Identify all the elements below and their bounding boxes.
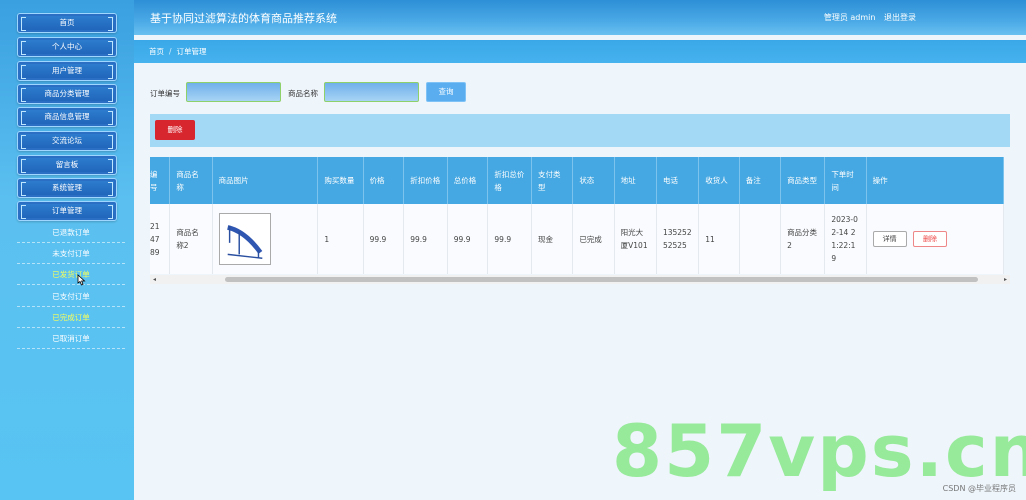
col-header: 商品名称 xyxy=(169,157,213,204)
col-header: 状态 xyxy=(572,157,615,204)
detail-button[interactable]: 详情 xyxy=(872,231,907,247)
cell-pay-type: 现金 xyxy=(531,204,574,274)
cell-phone: 13525252525 xyxy=(656,204,700,274)
app-title: 基于协同过滤算法的体育商品推荐系统 xyxy=(150,12,337,25)
col-header: 价格 xyxy=(363,157,405,204)
submenu-cancelled-orders[interactable]: 已取消订单 xyxy=(17,329,125,349)
logout-link[interactable]: 退出登录 xyxy=(884,13,916,22)
menu-forum[interactable]: 交流论坛 xyxy=(17,131,117,151)
menu-system-management[interactable]: 系统管理 xyxy=(17,178,117,198)
cell-receiver: 11 xyxy=(698,204,740,274)
col-header: 购买数量 xyxy=(317,157,364,204)
header-user-area: 管理员 admin 退出登录 xyxy=(818,12,916,23)
col-header: 下单时间 xyxy=(824,157,867,204)
cell-category: 商品分类2 xyxy=(780,204,826,274)
cell-product-name: 商品名称2 xyxy=(169,204,213,274)
menu-product-management[interactable]: 商品信息管理 xyxy=(17,107,117,127)
submenu-paid-orders[interactable]: 已支付订单 xyxy=(17,287,125,307)
product-name-label: 商品名称 xyxy=(288,89,318,98)
cell-status: 已完成 xyxy=(572,204,615,274)
menu-home[interactable]: 首页 xyxy=(17,13,117,33)
col-header: 备注 xyxy=(739,157,782,204)
horizontal-scrollbar[interactable]: ◂ ▸ xyxy=(150,275,1010,284)
col-header: 收货人 xyxy=(698,157,740,204)
menu-category-management[interactable]: 商品分类管理 xyxy=(17,84,117,104)
query-button[interactable]: 查询 xyxy=(426,82,466,102)
col-header: 操作 xyxy=(866,157,1005,204)
order-no-input[interactable] xyxy=(186,82,281,102)
cell-remark xyxy=(739,204,782,274)
cell-order-time: 2023-02-14 21:22:19 xyxy=(824,204,867,274)
submenu-completed-orders[interactable]: 已完成订单 xyxy=(17,308,125,328)
cell-price: 99.9 xyxy=(363,204,405,274)
submenu-refunded-orders[interactable]: 已退款订单 xyxy=(17,223,125,243)
sidebar: 首页 个人中心 用户管理 商品分类管理 商品信息管理 交流论坛 留言板 系统管理… xyxy=(0,0,134,500)
breadcrumb-current: 订单管理 xyxy=(176,47,207,56)
header: 基于协同过滤算法的体育商品推荐系统 管理员 admin 退出登录 xyxy=(134,0,1026,35)
menu-order-management[interactable]: 订单管理 xyxy=(17,201,117,221)
menu-message-board[interactable]: 留言板 xyxy=(17,155,117,175)
submenu-shipped-orders[interactable]: 已发货订单 xyxy=(17,265,125,285)
csdn-watermark: CSDN @毕业程序员 xyxy=(942,484,1016,493)
product-image[interactable] xyxy=(218,213,271,265)
col-header: 地址 xyxy=(614,157,657,204)
table-row[interactable]: 214789 商品名称2 1 99.9 99.9 99.9 99.9 现金 已完… xyxy=(150,204,1005,274)
cell-order-no: 214789 xyxy=(150,204,171,274)
scrollbar-thumb[interactable] xyxy=(225,277,978,282)
col-header: 折扣总价格 xyxy=(487,157,532,204)
table-header-row: 编号 商品名称 商品图片 购买数量 价格 折扣价格 总价格 折扣总价格 支付类型… xyxy=(150,157,1005,204)
order-table: 编号 商品名称 商品图片 购买数量 价格 折扣价格 总价格 折扣总价格 支付类型… xyxy=(150,157,1005,274)
scroll-left-icon[interactable]: ◂ xyxy=(150,275,159,284)
mouse-cursor-icon xyxy=(77,274,86,286)
col-header: 编号 xyxy=(150,157,171,204)
cell-product-image xyxy=(212,204,319,274)
cell-total: 99.9 xyxy=(447,204,489,274)
breadcrumb: 首页 / 订单管理 xyxy=(134,40,1026,63)
row-delete-button[interactable]: 删除 xyxy=(913,231,948,247)
scroll-right-icon[interactable]: ▸ xyxy=(1001,275,1010,284)
order-no-label: 订单编号 xyxy=(150,89,180,98)
site-watermark: 857vps.cn xyxy=(612,409,1026,493)
cell-discount-total: 99.9 xyxy=(487,204,532,274)
current-user: 管理员 admin xyxy=(823,13,876,22)
cell-address: 阳光大厦V101 xyxy=(614,204,657,274)
col-header: 商品图片 xyxy=(212,157,319,204)
col-header: 支付类型 xyxy=(531,157,574,204)
col-header: 商品类型 xyxy=(780,157,826,204)
menu-user-management[interactable]: 用户管理 xyxy=(17,61,117,81)
menu-personal-center[interactable]: 个人中心 xyxy=(17,37,117,57)
col-header: 总价格 xyxy=(447,157,489,204)
product-name-input[interactable] xyxy=(324,82,419,102)
breadcrumb-home[interactable]: 首页 xyxy=(149,47,164,56)
cell-quantity: 1 xyxy=(317,204,364,274)
breadcrumb-separator: / xyxy=(169,47,172,56)
action-bar: 删除 xyxy=(150,114,1010,147)
submenu-unpaid-orders[interactable]: 未支付订单 xyxy=(17,244,125,264)
cell-discount-price: 99.9 xyxy=(403,204,448,274)
col-header: 折扣价格 xyxy=(403,157,448,204)
batch-delete-button[interactable]: 删除 xyxy=(155,120,195,140)
cell-operations: 详情 删除 xyxy=(866,204,1005,274)
order-table-container: 编号 商品名称 商品图片 购买数量 价格 折扣价格 总价格 折扣总价格 支付类型… xyxy=(150,157,1010,287)
col-header: 电话 xyxy=(656,157,700,204)
